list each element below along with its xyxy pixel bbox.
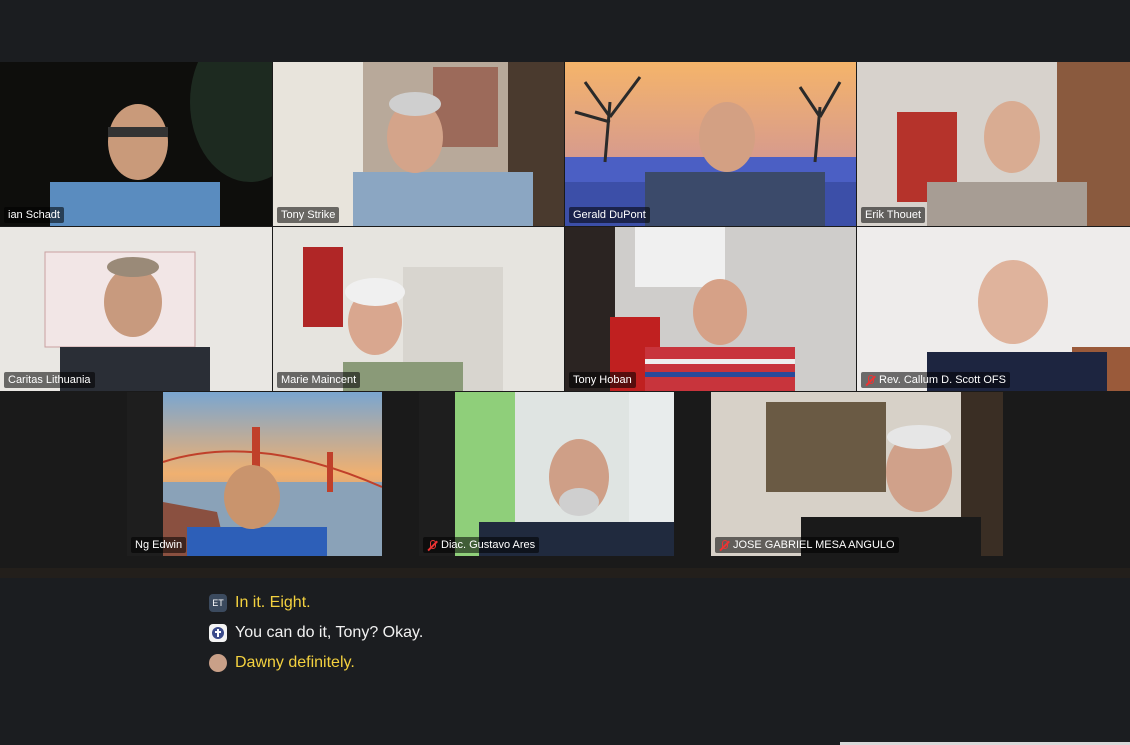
caption-text: In it. Eight. xyxy=(235,594,311,611)
participant-name-label: Caritas Lithuania xyxy=(4,372,95,388)
video-tile[interactable]: ian Schadt xyxy=(0,62,272,226)
participant-name-label: Erik Thouet xyxy=(861,207,926,223)
speaker-avatar: ET xyxy=(209,594,227,612)
participant-name-label: Ng Edwin xyxy=(131,537,187,553)
video-tile[interactable]: Rev. Callum D. Scott OFS xyxy=(857,227,1130,391)
video-tile[interactable]: Diac. Gustavo Ares xyxy=(419,392,674,556)
video-tile[interactable]: Gerald DuPont xyxy=(565,62,856,226)
caption-line: Dawny definitely. xyxy=(209,654,355,672)
video-tile-active-speaker[interactable]: Erik Thouet xyxy=(857,62,1130,226)
caption-line: You can do it, Tony? Okay. xyxy=(209,624,423,642)
muted-mic-icon xyxy=(865,374,876,386)
participant-video xyxy=(711,392,1003,556)
video-tile[interactable]: Tony Hoban xyxy=(565,227,856,391)
video-gallery: ian Schadt Tony Strike Gerald DuPont Eri… xyxy=(0,62,1130,572)
participant-name-label: Gerald DuPont xyxy=(569,207,650,223)
participant-video xyxy=(857,62,1130,226)
participant-video xyxy=(0,62,272,226)
participant-video xyxy=(127,392,382,556)
participant-video xyxy=(273,227,564,391)
speaker-avatar xyxy=(209,654,227,672)
muted-mic-icon xyxy=(719,539,730,551)
muted-mic-icon xyxy=(427,539,438,551)
top-bar xyxy=(0,0,1130,62)
participant-name-label: Tony Hoban xyxy=(569,372,636,388)
video-tile[interactable]: Caritas Lithuania xyxy=(0,227,272,391)
video-tile[interactable]: Tony Strike xyxy=(273,62,564,226)
participant-name-label: ian Schadt xyxy=(4,207,64,223)
caption-text: You can do it, Tony? Okay. xyxy=(235,624,424,641)
participant-name-label: JOSE GABRIEL MESA ANGULO xyxy=(715,537,899,553)
organization-logo-icon xyxy=(212,627,224,639)
caption-text: Dawny definitely. xyxy=(235,654,355,671)
video-tile[interactable]: Marie Maincent xyxy=(273,227,564,391)
participant-name-label: Marie Maincent xyxy=(277,372,361,388)
caption-line: ET In it. Eight. xyxy=(209,594,311,612)
video-tile[interactable]: Ng Edwin xyxy=(127,392,382,556)
participant-name-label: Rev. Callum D. Scott OFS xyxy=(861,372,1010,388)
participant-video xyxy=(0,227,272,391)
participant-video xyxy=(419,392,674,556)
participant-video xyxy=(565,227,856,391)
closed-caption-panel: ET In it. Eight. You can do it, Tony? Ok… xyxy=(0,578,1130,745)
participant-video xyxy=(273,62,564,226)
participant-video xyxy=(857,227,1130,391)
participant-name-label: Tony Strike xyxy=(277,207,340,223)
participant-video xyxy=(565,62,856,226)
participant-name-label: Diac. Gustavo Ares xyxy=(423,537,540,553)
speaker-avatar xyxy=(209,624,227,642)
video-tile[interactable]: JOSE GABRIEL MESA ANGULO xyxy=(711,392,1003,556)
